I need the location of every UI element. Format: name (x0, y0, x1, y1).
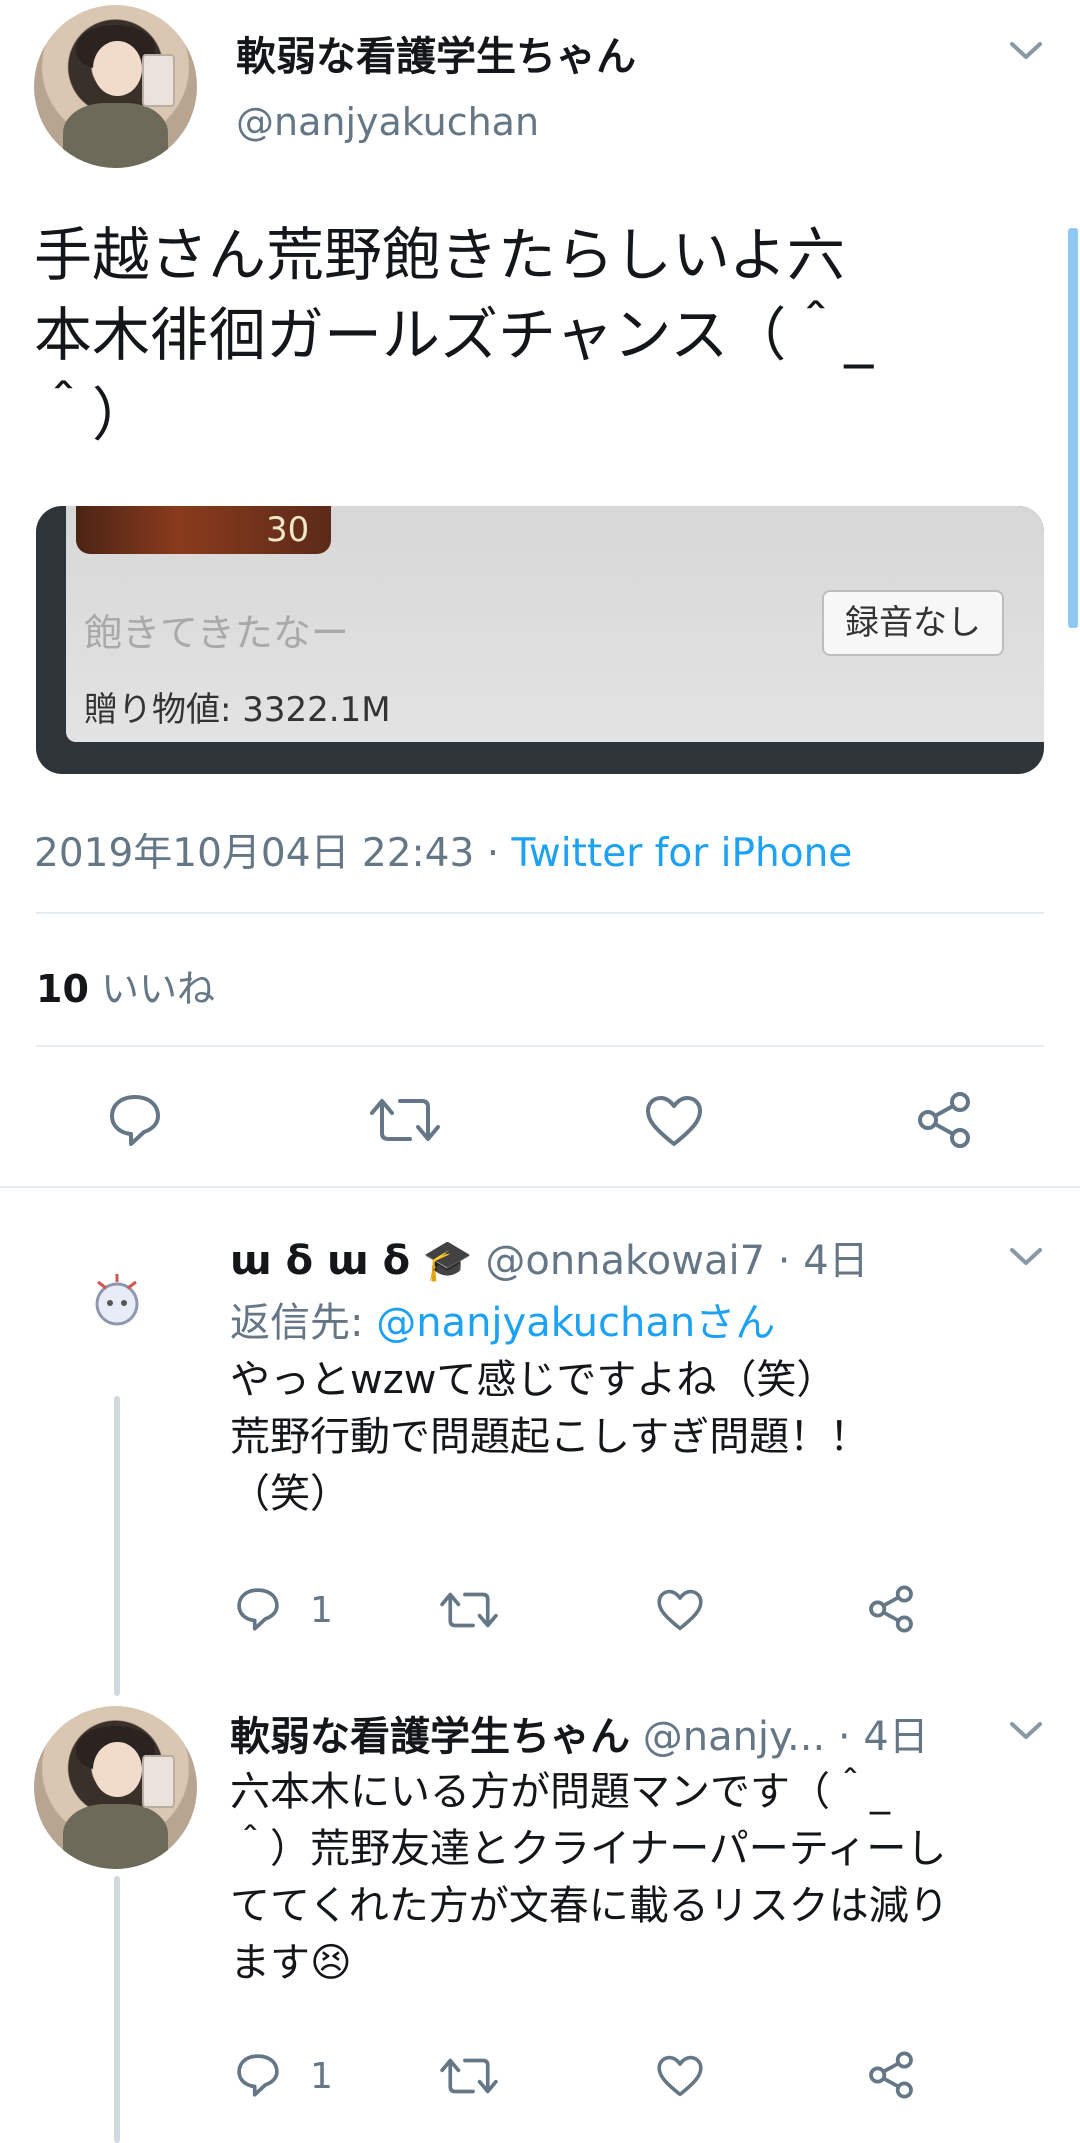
scrollbar[interactable] (1068, 228, 1078, 628)
graduation-cap-icon: 🎓 (422, 1238, 473, 1284)
like-icon[interactable] (644, 1094, 704, 1148)
likes-count: 10 (36, 967, 89, 1011)
reply-handle[interactable]: @nanjy... (643, 1714, 825, 1760)
reply-icon[interactable] (106, 1092, 164, 1148)
separator-dot: · (486, 831, 500, 876)
share-icon[interactable] (866, 2050, 916, 2100)
like-icon[interactable] (656, 2054, 704, 2098)
reply-text-line: やっとwzwて感じですよね（笑） (230, 1357, 837, 1403)
tweet-text: 手越さん荒野飽きたらしいよ六 本木徘徊ガールズチャンス（＾_ ＾） (34, 215, 1054, 455)
tweet-source-link[interactable]: Twitter for iPhone (512, 831, 853, 876)
reply-text-line: ＾）荒野友達とクライナーパーティーし (230, 1826, 947, 1872)
tweet-media-image[interactable]: 30 飽きてきたなー 録音なし 贈り物値: 3322.1M (36, 506, 1044, 774)
reply-text-line: 六本木にいる方が問題マンです（＾_ (230, 1769, 890, 1815)
tweet-timestamp[interactable]: 2019年10月04日 22:43 (34, 831, 474, 876)
divider (36, 1045, 1044, 1047)
reply-text-line: ます😣 (230, 1935, 949, 1992)
tweet-text-line: 手越さん荒野飽きたらしいよ六 (34, 221, 845, 289)
reply-text: 六本木にいる方が問題マンです（＾_ ＾）荒野友達とクライナーパーティーし ててく… (230, 1764, 949, 1992)
reply-display-name[interactable]: 軟弱な看護学生ちゃん (230, 1714, 630, 1760)
share-icon[interactable] (914, 1090, 974, 1150)
reply-handle[interactable]: @onnakowai7 (485, 1238, 765, 1284)
author-handle[interactable]: @nanjyakuchan (236, 100, 539, 144)
reply-to-label: 返信先: (230, 1300, 377, 1346)
reply-count: 1 (310, 2056, 333, 2097)
media-gift-value: 贈り物値: 3322.1M (84, 690, 391, 730)
reply-text-line: （笑） (230, 1471, 350, 1517)
reply-text-line: ててくれた方が文春に載るリスクは減り (230, 1883, 949, 1929)
reply-avatar[interactable] (88, 1270, 146, 1328)
likes-label: いいね (100, 967, 215, 1011)
reply-header: ɯ δ ɯ δ 🎓 @onnakowai7 · 4日 (230, 1228, 869, 1286)
level-badge: 30 (76, 506, 331, 554)
reply-to-handle[interactable]: @nanjyakuchanさん (376, 1300, 775, 1346)
tweet-text-line: 本木徘徊ガールズチャンス（＾_ (34, 301, 874, 369)
section-divider (0, 1186, 1080, 1188)
level-badge-number: 30 (266, 510, 310, 550)
reply-text: やっとwzwて感じですよね（笑） 荒野行動で問題起こしすぎ問題！！ （笑） (230, 1352, 869, 1523)
reply-text-line: 荒野行動で問題起こしすぎ問題！！ (230, 1414, 870, 1460)
reply-icon[interactable] (234, 1586, 282, 1632)
like-icon[interactable] (656, 1588, 704, 1632)
tweet-text-line: ＾） (34, 381, 151, 449)
media-record-button: 録音なし (822, 590, 1004, 656)
author-avatar[interactable] (34, 5, 197, 168)
media-message: 飽きてきたなー (84, 611, 349, 655)
share-icon[interactable] (866, 1584, 916, 1634)
reply-count: 1 (310, 1590, 333, 1631)
reply-time[interactable]: · 4日 (778, 1238, 869, 1284)
persevering-face-emoji-icon: 😣 (310, 1940, 352, 1986)
reply-text-segment: ます (230, 1940, 310, 1986)
reply-time[interactable]: · 4日 (838, 1714, 929, 1760)
reply-icon[interactable] (234, 2052, 282, 2098)
thread-line (114, 1876, 120, 2143)
tweet-timestamp-row: 2019年10月04日 22:43 · Twitter for iPhone (34, 822, 852, 878)
retweet-icon[interactable] (440, 2054, 498, 2098)
chevron-down-icon[interactable] (1008, 38, 1044, 62)
reply-avatar[interactable] (34, 1706, 197, 1869)
retweet-icon[interactable] (370, 1093, 440, 1147)
chevron-down-icon[interactable] (1008, 1244, 1044, 1268)
divider (36, 912, 1044, 914)
reply-header: 軟弱な看護学生ちゃん @nanjy... · 4日 (230, 1704, 929, 1762)
author-display-name[interactable]: 軟弱な看護学生ちゃん (236, 24, 636, 82)
thread-line (114, 1396, 120, 1696)
chevron-down-icon[interactable] (1008, 1718, 1044, 1742)
reply-to-line: 返信先: @nanjyakuchanさん (230, 1290, 775, 1348)
retweet-icon[interactable] (440, 1588, 498, 1632)
likes-stat[interactable]: 10 いいね (36, 958, 215, 1013)
reply-display-name[interactable]: ɯ δ ɯ δ (230, 1238, 410, 1284)
